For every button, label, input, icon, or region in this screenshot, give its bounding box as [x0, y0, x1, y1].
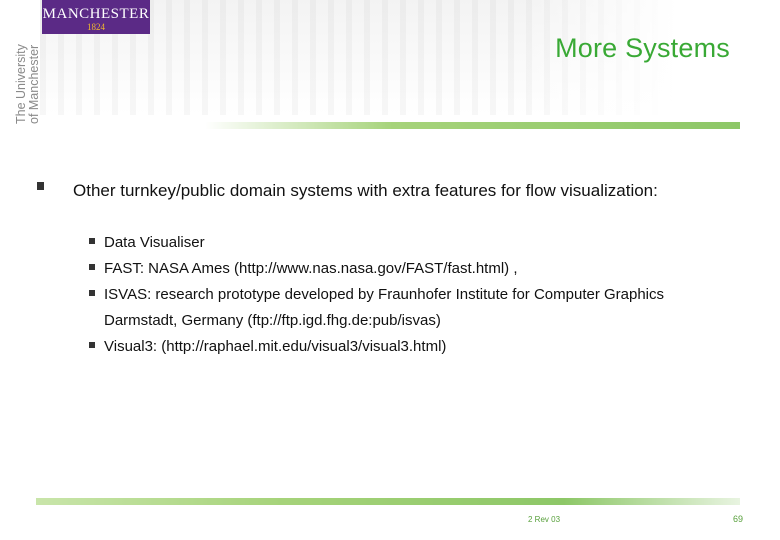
slide: MANCHESTER 1824 The University of Manche…	[0, 0, 780, 540]
main-bullet-text: Other turnkey/public domain systems with…	[73, 181, 658, 200]
page-number: 69	[733, 514, 744, 524]
sub-bullet-marker	[89, 264, 95, 270]
footer-divider	[36, 498, 740, 505]
bullet-marker	[37, 182, 44, 190]
sub-bullet-visual3: Visual3: (http://raphael.mit.edu/visual3…	[104, 338, 447, 355]
sub-bullet-data-visualiser: Data Visualiser	[104, 234, 205, 251]
sub-bullet-marker	[89, 238, 95, 244]
sub-bullet-marker	[89, 342, 95, 348]
footer-date: 2 Rev 03	[528, 515, 561, 524]
slide-body: Other turnkey/public domain systems with…	[0, 0, 780, 540]
sub-bullet-isvas: ISVAS: research prototype developed by F…	[104, 286, 665, 329]
sub-bullet-fast: FAST: NASA Ames (http://www.nas.nasa.gov…	[104, 260, 518, 277]
sub-bullet-marker	[89, 290, 95, 296]
